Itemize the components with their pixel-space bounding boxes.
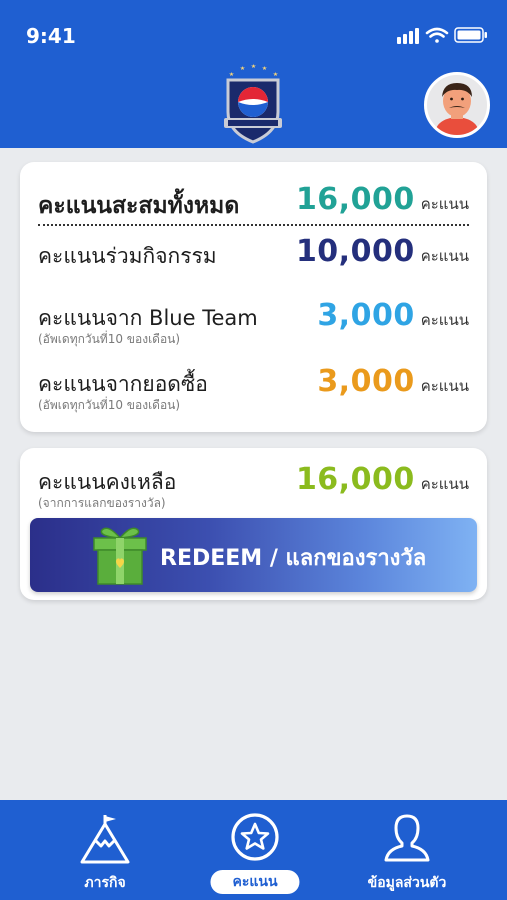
remaining-points-unit: คะแนน <box>420 475 469 493</box>
nav-label-profile: ข้อมูลส่วนตัว <box>367 875 447 891</box>
redeem-button-label: REDEEM / แลกของรางวัล <box>160 546 427 571</box>
bottom-nav: ภารกิจ คะแนน ข้อมูลส่วนตัว <box>0 800 507 900</box>
header-bar: 9:41 <box>0 0 507 148</box>
wifi-icon <box>425 27 449 43</box>
user-avatar-icon[interactable] <box>424 72 490 138</box>
redeem-button[interactable]: REDEEM / แลกของรางวัล <box>30 518 477 592</box>
nav-label-points: คะแนน <box>210 870 300 894</box>
pepsi-team-badge-icon <box>224 64 282 144</box>
gift-box-icon <box>93 527 147 585</box>
blue-team-points-note: (อัพเดทุกวันที่10 ของเดือน) <box>38 332 181 346</box>
blue-team-points-unit: คะแนน <box>420 311 469 329</box>
purchase-points-note: (อัพเดทุกวันที่10 ของเดือน) <box>38 398 181 412</box>
star-circle-icon <box>231 813 279 861</box>
mountain-flag-icon <box>80 815 130 864</box>
purchase-points-value: 3,000 คะแนน <box>317 364 469 399</box>
signal-icon <box>397 28 419 44</box>
activity-points-label: คะแนนร่วมกิจกรรม <box>38 244 217 268</box>
total-points-row: คะแนนสะสมทั้งหมด 16,000 คะแนน <box>38 182 469 222</box>
total-points-label: คะแนนสะสมทั้งหมด <box>38 193 240 219</box>
total-points-unit: คะแนน <box>420 195 469 213</box>
total-points-number: 16,000 <box>295 182 415 217</box>
activity-points-value: 10,000 คะแนน <box>296 234 469 269</box>
nav-item-points[interactable]: คะแนน <box>190 800 320 900</box>
nav-item-profile[interactable]: ข้อมูลส่วนตัว <box>342 800 472 900</box>
nav-item-missions[interactable]: ภารกิจ <box>40 800 170 900</box>
activity-points-row: คะแนนร่วมกิจกรรม 10,000 คะแนน <box>38 234 469 274</box>
status-icons <box>397 27 487 44</box>
person-silhouette-icon <box>384 814 430 862</box>
purchase-points-row: คะแนนจากยอดซื้อ (อัพเดทุกวันที่10 ของเดื… <box>38 364 469 416</box>
battery-icon <box>454 27 487 43</box>
remaining-points-note: (จากการแลกของรางวัล) <box>38 496 166 510</box>
points-summary-card: คะแนนสะสมทั้งหมด 16,000 คะแนน คะแนนร่วมก… <box>20 162 487 432</box>
activity-points-number: 10,000 <box>295 234 415 269</box>
nav-label-missions: ภารกิจ <box>84 875 126 891</box>
status-time: 9:41 <box>26 24 76 48</box>
blue-team-points-value: 3,000 คะแนน <box>317 298 469 333</box>
dotted-divider <box>38 224 469 226</box>
total-points-value: 16,000 คะแนน <box>296 182 469 217</box>
remaining-points-card: คะแนนคงเหลือ (จากการแลกของรางวัล) 16,000… <box>20 448 487 600</box>
blue-team-points-row: คะแนนจาก Blue Team (อัพเดทุกวันที่10 ของ… <box>38 298 469 350</box>
activity-points-unit: คะแนน <box>420 247 469 265</box>
remaining-points-number: 16,000 <box>295 462 415 497</box>
purchase-points-number: 3,000 <box>317 364 415 399</box>
remaining-points-value: 16,000 คะแนน <box>296 462 469 497</box>
purchase-points-unit: คะแนน <box>420 377 469 395</box>
blue-team-points-number: 3,000 <box>317 298 415 333</box>
remaining-points-row: คะแนนคงเหลือ (จากการแลกของรางวัล) 16,000… <box>38 462 469 514</box>
